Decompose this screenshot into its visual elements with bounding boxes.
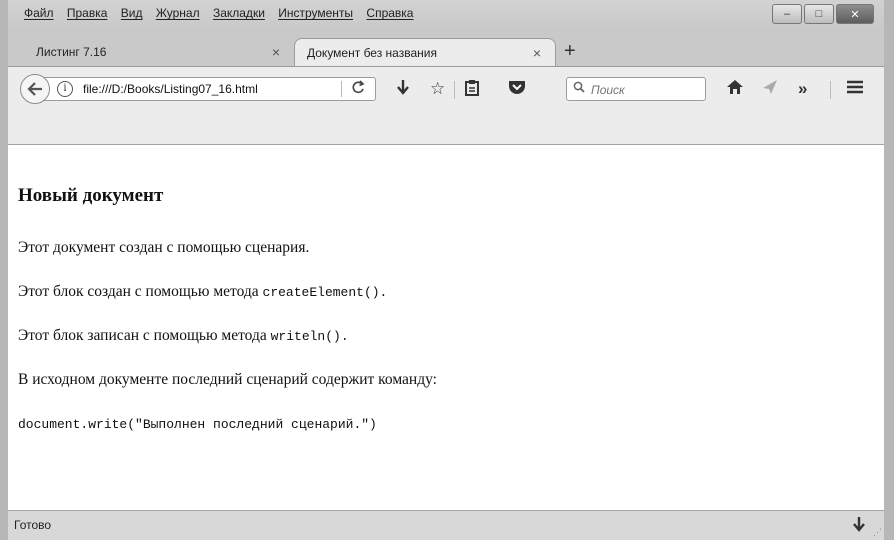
paragraph-3-code: writeln(). xyxy=(270,329,349,344)
menu-edit[interactable]: Правка xyxy=(67,6,108,20)
share-icon[interactable] xyxy=(762,79,778,100)
browser-window: Файл Правка Вид Журнал Закладки Инструме… xyxy=(0,0,894,540)
reading-list-icon[interactable] xyxy=(464,79,480,102)
menu-tools[interactable]: Инструменты xyxy=(278,6,353,20)
paragraph-2-text: Этот блок создан с помощью метода xyxy=(18,283,263,300)
tab-untitled-document[interactable]: Документ без названия × xyxy=(294,38,556,66)
paragraph-2-code: createElement(). xyxy=(262,285,388,300)
overflow-icon[interactable]: » xyxy=(798,79,807,99)
bookmarks-toolbar xyxy=(8,110,884,145)
search-icon xyxy=(573,81,585,96)
status-text: Готово xyxy=(14,518,52,532)
resize-grip-icon[interactable]: ⋰ xyxy=(873,527,882,538)
paragraph-3: Этот блок записан с помощью метода write… xyxy=(18,327,349,345)
paragraph-5-code: document.write("Выполнен последний сцена… xyxy=(18,417,377,432)
back-arrow-icon xyxy=(27,82,42,96)
document-heading: Новый документ xyxy=(18,185,164,206)
menu-view[interactable]: Вид xyxy=(121,6,143,20)
menu-file[interactable]: Файл xyxy=(24,6,54,20)
paragraph-2: Этот блок создан с помощью метода create… xyxy=(18,283,387,301)
page-content: Новый документ Этот документ создан с по… xyxy=(8,145,884,510)
new-tab-button[interactable]: + xyxy=(564,40,576,63)
close-tab-icon[interactable]: × xyxy=(533,39,541,67)
back-button[interactable] xyxy=(20,74,50,104)
maximize-button[interactable]: □ xyxy=(804,4,834,24)
navigation-bar: i file:///D:/Books/Listing07_16.html ☆ П… xyxy=(8,66,884,111)
menu-help[interactable]: Справка xyxy=(366,6,413,20)
menu-items: Файл Правка Вид Журнал Закладки Инструме… xyxy=(24,6,423,20)
paragraph-3-text: Этот блок записан с помощью метода xyxy=(18,327,271,344)
close-tab-icon[interactable]: × xyxy=(272,38,280,66)
reload-icon[interactable] xyxy=(351,80,365,99)
search-input[interactable] xyxy=(589,80,703,100)
url-divider xyxy=(341,81,342,97)
home-icon[interactable] xyxy=(726,79,744,100)
address-bar[interactable]: i file:///D:/Books/Listing07_16.html xyxy=(38,77,376,101)
bookmark-star-icon[interactable]: ☆ xyxy=(430,79,445,99)
menu-bar: Файл Правка Вид Журнал Закладки Инструме… xyxy=(8,0,884,32)
url-text[interactable]: file:///D:/Books/Listing07_16.html xyxy=(83,82,258,96)
tab-listing[interactable]: Листинг 7.16 × xyxy=(24,38,294,66)
toolbar-divider xyxy=(454,81,455,99)
search-bar[interactable] xyxy=(566,77,706,101)
tab-label: Листинг 7.16 xyxy=(36,45,107,59)
tab-bar: Листинг 7.16 × Документ без названия × + xyxy=(8,32,884,66)
status-bar: Готово ⋰ xyxy=(8,510,884,540)
tab-label: Документ без названия xyxy=(307,46,437,60)
window-controls: – □ ✕ xyxy=(772,4,874,24)
info-icon[interactable]: i xyxy=(57,81,73,97)
toolbar-divider xyxy=(830,81,831,99)
status-download-icon[interactable] xyxy=(852,516,866,538)
close-window-button[interactable]: ✕ xyxy=(836,4,874,24)
paragraph-4: В исходном документе последний сценарий … xyxy=(18,371,437,388)
minimize-button[interactable]: – xyxy=(772,4,802,24)
menu-icon[interactable] xyxy=(846,79,864,100)
pocket-icon[interactable] xyxy=(508,79,526,100)
download-icon[interactable] xyxy=(396,79,410,102)
menu-bookmarks[interactable]: Закладки xyxy=(213,6,265,20)
paragraph-1: Этот документ создан с помощью сценария. xyxy=(18,239,310,256)
menu-history[interactable]: Журнал xyxy=(156,6,200,20)
